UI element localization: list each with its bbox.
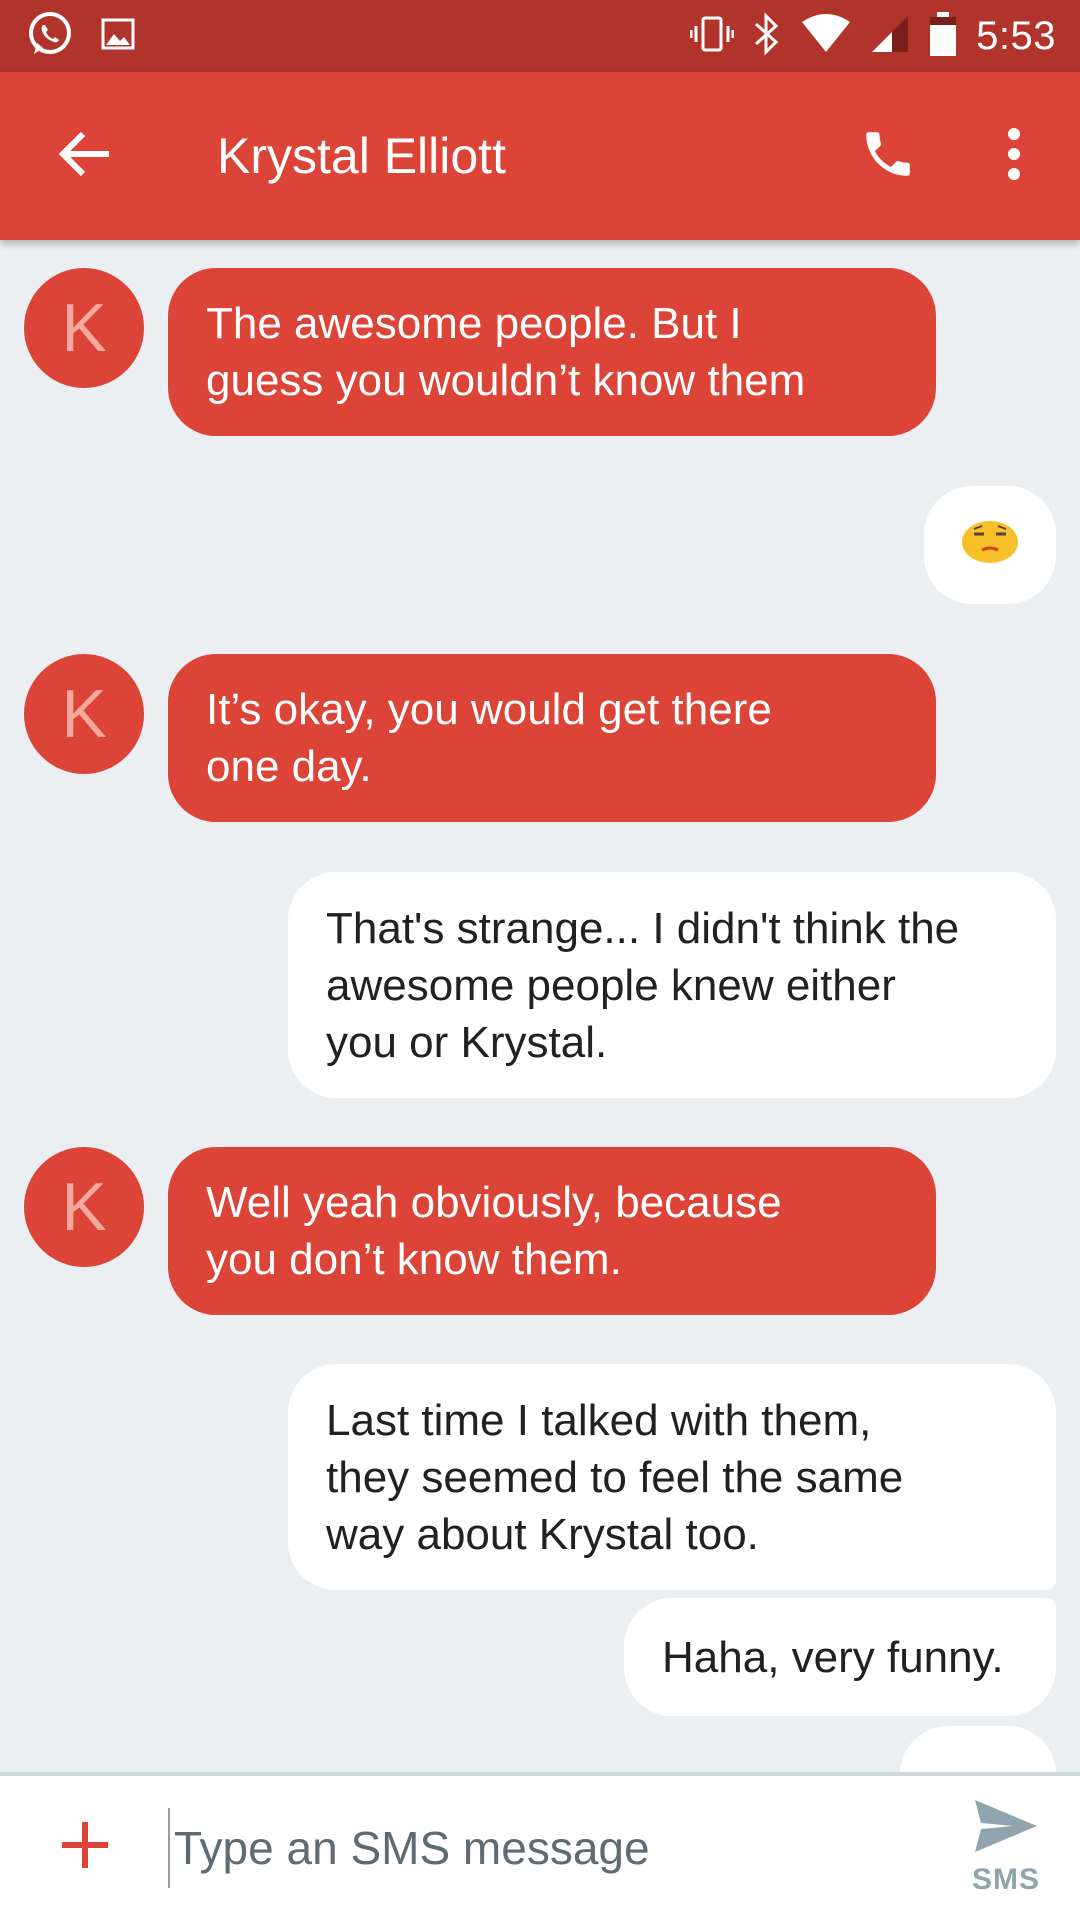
message-text: The awesome people. But I guess you woul… (206, 299, 806, 405)
incoming-message-bubble[interactable]: It’s okay, you would get there one day. (168, 654, 936, 822)
send-button[interactable]: SMS (966, 1798, 1046, 1908)
avatar-letter: K (61, 676, 107, 752)
plus-icon (58, 1822, 112, 1876)
outgoing-message-bubble[interactable]: That's strange... I didn't think the awe… (288, 872, 1056, 1098)
message-text: Haha, very funny. (662, 1632, 1004, 1682)
status-time: 5:53 (976, 13, 1056, 58)
contact-avatar[interactable]: K (24, 1147, 144, 1267)
whatsapp-icon (26, 10, 74, 63)
bluetooth-icon (752, 11, 782, 61)
back-button[interactable] (50, 124, 120, 188)
call-button[interactable] (852, 120, 924, 192)
app-bar: Krystal Elliott (0, 72, 1080, 240)
phone-icon (859, 125, 917, 188)
contact-avatar[interactable]: K (24, 654, 144, 774)
contact-avatar[interactable]: K (24, 268, 144, 388)
more-options-button[interactable] (990, 120, 1038, 192)
status-bar: 5:53 (0, 0, 1080, 72)
contact-name-title: Krystal Elliott (217, 128, 506, 184)
outgoing-message-bubble[interactable]: Haha, very funny. (624, 1598, 1056, 1716)
message-text: That's strange... I didn't think the awe… (326, 903, 960, 1067)
compose-bar: SMS (0, 1772, 1080, 1920)
message-list[interactable]: K The awesome people. But I guess you wo… (0, 240, 1080, 1772)
image-icon (100, 16, 136, 57)
send-label: SMS (971, 1863, 1040, 1896)
message-text: Well yeah obviously, because you don’t k… (206, 1178, 782, 1284)
message-input[interactable] (168, 1808, 938, 1888)
incoming-message-bubble[interactable]: The awesome people. But I guess you woul… (168, 268, 936, 436)
message-text: Last time I talked with them, they seeme… (326, 1395, 904, 1559)
outgoing-message-bubble[interactable]: Last time I talked with them, they seeme… (288, 1364, 1056, 1590)
outgoing-message-bubble[interactable]: 😒 (924, 486, 1056, 604)
avatar-letter: K (61, 1169, 107, 1245)
signal-icon (870, 14, 910, 59)
vibrate-icon (689, 12, 735, 61)
unamused-face-icon (960, 512, 1020, 578)
send-icon (973, 1798, 1039, 1859)
more-vert-icon (1006, 127, 1022, 185)
message-text: It’s okay, you would get there one day. (206, 685, 772, 791)
outgoing-message-bubble-partial (900, 1726, 1056, 1772)
incoming-message-bubble[interactable]: Well yeah obviously, because you don’t k… (168, 1147, 936, 1315)
add-attachment-button[interactable] (58, 1818, 112, 1872)
wifi-icon (800, 13, 852, 59)
battery-icon (928, 11, 958, 62)
back-arrow-icon (58, 130, 111, 183)
avatar-letter: K (61, 290, 107, 366)
